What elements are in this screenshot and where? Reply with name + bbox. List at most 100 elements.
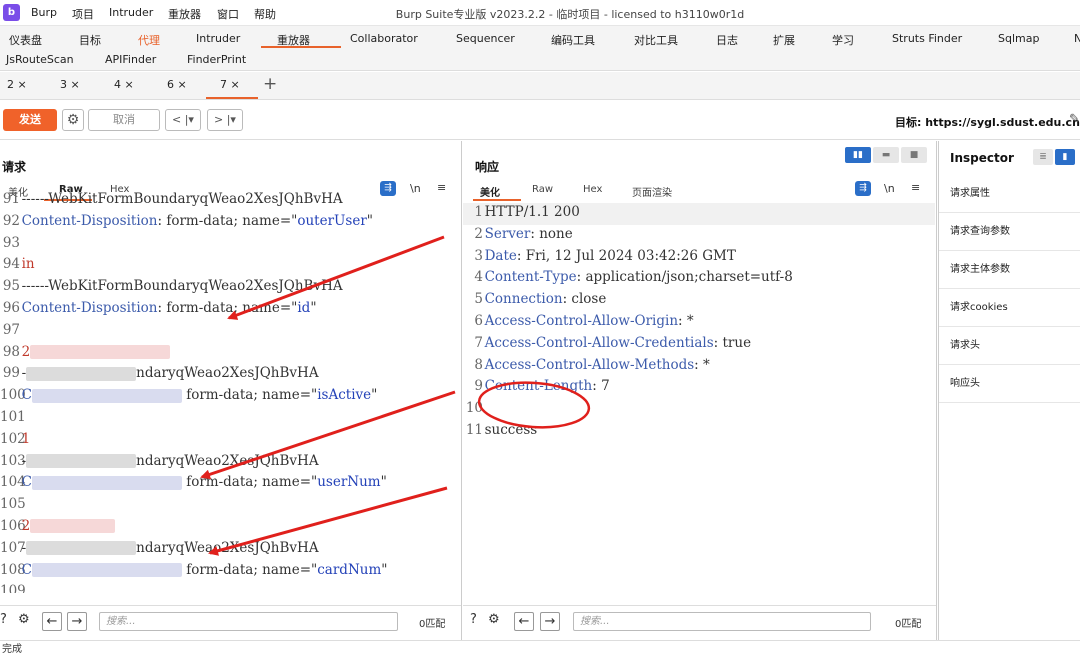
code-line: 102 1 <box>0 430 460 452</box>
tab-dashboard[interactable]: 仪表盘 <box>9 32 42 48</box>
layout-horizontal-icon[interactable]: ▬ <box>873 147 899 163</box>
help-icon[interactable]: ? <box>0 612 7 627</box>
tab-jsroutescan[interactable]: JsRouteScan <box>6 53 74 66</box>
menu-burp[interactable]: Burp <box>31 6 57 19</box>
response-tab-hex[interactable]: Hex <box>583 184 602 195</box>
code-token: : 7 <box>592 378 610 395</box>
code-token: : application/json;charset=utf-8 <box>576 269 793 286</box>
tab-collaborator[interactable]: Collaborator <box>350 32 418 45</box>
line-number: 94 <box>2 256 20 273</box>
send-button[interactable]: 发送 <box>3 109 57 131</box>
request-search-bar: ? ⚙ ← → 搜索... 0匹配 <box>0 605 461 635</box>
tab-more[interactable]: N <box>1074 32 1080 45</box>
code-token: Access-Control-Allow-Methods <box>484 356 695 373</box>
repeater-tab-7[interactable]: 7 × <box>220 78 240 91</box>
response-tab-underline <box>473 199 521 201</box>
history-back-button[interactable]: < |▾ <box>165 109 201 131</box>
code-line: 100 C form-data; name="isActive" <box>0 386 460 408</box>
search-next-icon[interactable]: → <box>67 612 87 631</box>
add-tab-button[interactable]: + <box>263 74 277 94</box>
code-line: 109 <box>0 582 460 593</box>
tab-finderprint[interactable]: FinderPrint <box>187 53 246 66</box>
tab-sequencer[interactable]: Sequencer <box>456 32 515 45</box>
code-token: : form-data; name=" <box>157 299 298 316</box>
response-search-next-icon[interactable]: → <box>540 612 560 631</box>
target-label[interactable]: 目标: https://sygl.sdust.edu.cn <box>895 114 1080 130</box>
line-number: 5 <box>474 291 483 308</box>
window-title: Burp Suite专业版 v2023.2.2 - 临时项目 - license… <box>395 8 745 21</box>
inspector-response-headers[interactable]: 响应头 <box>939 365 1080 403</box>
line-number: 2 <box>474 225 483 242</box>
tab-target[interactable]: 目标 <box>79 32 101 48</box>
response-wrap-lines-icon[interactable]: ⇶ <box>855 181 871 196</box>
response-search-settings-gear-icon[interactable]: ⚙ <box>488 612 500 627</box>
edit-target-icon[interactable]: ✎ <box>1069 112 1080 127</box>
code-token: " <box>366 212 374 229</box>
request-match-count: 0匹配 <box>419 619 446 630</box>
response-tab-pretty[interactable]: 美化 <box>480 184 500 199</box>
line-number: 8 <box>474 356 483 373</box>
code-line: 108 C form-data; name="cardNum" <box>0 561 460 583</box>
menu-window[interactable]: 窗口 <box>217 6 239 22</box>
inspector-request-headers[interactable]: 请求头 <box>939 327 1080 365</box>
tab-decoder[interactable]: 编码工具 <box>551 32 595 48</box>
code-line: 106 2 <box>0 517 460 539</box>
tab-proxy[interactable]: 代理 <box>138 32 160 48</box>
search-prev-icon[interactable]: ← <box>42 612 62 631</box>
menu-project[interactable]: 项目 <box>72 6 94 22</box>
menu-intruder[interactable]: Intruder <box>109 6 153 19</box>
inspector-query-params[interactable]: 请求查询参数 <box>939 213 1080 251</box>
search-settings-gear-icon[interactable]: ⚙ <box>18 612 30 627</box>
action-bar: 发送 ⚙ 取消 < |▾ > |▾ 目标: https://sygl.sdust… <box>0 100 1080 140</box>
tab-learn[interactable]: 学习 <box>832 32 854 48</box>
inspector-body-params[interactable]: 请求主体参数 <box>939 251 1080 289</box>
layout-single-icon[interactable]: ■ <box>901 147 927 163</box>
response-editor[interactable]: 1 HTTP/1.1 200 2 Server: none 3 Date: Fri,… <box>463 203 935 603</box>
inspector-title: Inspector <box>950 151 1014 165</box>
tab-intruder[interactable]: Intruder <box>196 32 240 45</box>
response-tab-raw[interactable]: Raw <box>532 184 553 195</box>
settings-gear-icon[interactable]: ⚙ <box>62 109 84 131</box>
tab-comparer[interactable]: 对比工具 <box>634 32 678 48</box>
tab-sqlmap[interactable]: Sqlmap <box>998 32 1039 45</box>
response-newline-toggle-icon[interactable]: \n <box>884 182 895 195</box>
tab-logger[interactable]: 日志 <box>716 32 738 48</box>
repeater-tab-4[interactable]: 4 × <box>114 78 134 91</box>
repeater-tab-6[interactable]: 6 × <box>167 78 187 91</box>
tab-struts-finder[interactable]: Struts Finder <box>892 32 962 45</box>
inspector-list-icon[interactable]: ≣ <box>1033 149 1053 165</box>
cancel-button[interactable]: 取消 <box>88 109 160 131</box>
menu-repeater[interactable]: 重放器 <box>168 6 201 22</box>
response-tab-render[interactable]: 页面渲染 <box>632 184 672 199</box>
response-help-icon[interactable]: ? <box>470 612 477 627</box>
line-number: 97 <box>2 321 20 338</box>
redacted-text <box>31 475 182 490</box>
history-forward-button[interactable]: > |▾ <box>207 109 243 131</box>
code-line: 98 2 <box>0 343 460 365</box>
line-number: 1 <box>474 204 483 220</box>
response-search-prev-icon[interactable]: ← <box>514 612 534 631</box>
burp-window: b Burp 项目 Intruder 重放器 窗口 帮助 Burp Suite专… <box>0 0 1080 658</box>
response-menu-icon[interactable]: ≡ <box>911 181 920 194</box>
response-search-input[interactable]: 搜索... <box>573 612 871 631</box>
inspector-dock-icon[interactable]: ▮ <box>1055 149 1075 165</box>
inspector-request-attributes[interactable]: 请求属性 <box>939 175 1080 213</box>
request-editor[interactable]: 91 ------WebKitFormBoundaryqWeao2XesJQhB… <box>0 190 460 593</box>
inspector-cookies[interactable]: 请求cookies <box>939 289 1080 327</box>
code-line: 92 Content-Disposition: form-data; name=… <box>0 212 460 234</box>
code-line: 101 <box>0 408 460 430</box>
menu-help[interactable]: 帮助 <box>254 6 276 22</box>
code-token: 2 <box>21 343 31 360</box>
request-search-input[interactable]: 搜索... <box>99 612 398 631</box>
code-line: 8 Access-Control-Allow-Methods: * <box>463 356 935 378</box>
code-token: ndaryqWeao2XesJQhBvHA <box>136 452 319 469</box>
code-token: Date <box>484 247 517 264</box>
code-line: 91 ------WebKitFormBoundaryqWeao2XesJQhB… <box>0 190 460 212</box>
layout-split-icon[interactable]: ▮▮ <box>845 147 871 163</box>
tab-apifinder[interactable]: APIFinder <box>105 53 156 66</box>
repeater-tab-2[interactable]: 2 × <box>7 78 27 91</box>
inspector-panel: Inspector ≣ ▮ 请求属性 请求查询参数 请求主体参数 请求cooki… <box>938 141 1080 640</box>
response-title: 响应 <box>475 160 500 174</box>
repeater-tab-3[interactable]: 3 × <box>60 78 80 91</box>
tab-extensions[interactable]: 扩展 <box>773 32 795 48</box>
